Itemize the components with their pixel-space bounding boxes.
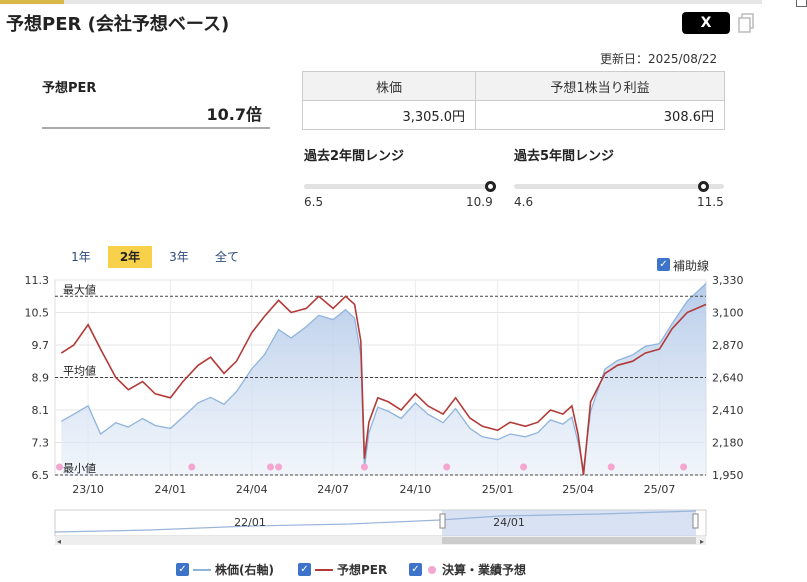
earnings-marker — [443, 463, 451, 471]
range-2y-knob — [485, 181, 497, 192]
left-axis-tick: 7.3 — [32, 437, 50, 450]
top-progress-accent — [0, 0, 64, 4]
right-axis-tick: 3,330 — [712, 274, 744, 287]
legend-earnings-label: 決算・業績予想 — [442, 563, 527, 577]
earnings-marker — [188, 463, 196, 471]
range-5y-knob — [698, 181, 709, 192]
range-2y-label: 過去2年間レンジ — [304, 149, 405, 164]
tab-2y[interactable]: 2年 — [108, 246, 152, 268]
range-5y-label: 過去5年間レンジ — [514, 149, 615, 164]
earnings-marker — [360, 463, 368, 471]
right-axis-tick: 2,640 — [712, 372, 744, 385]
reference-line-label: 平均値 — [63, 365, 96, 378]
eps-value: 308.6円 — [475, 100, 725, 130]
x-axis-tick: 24/07 — [317, 483, 349, 496]
tab-3y[interactable]: 3年 — [164, 246, 194, 268]
share-x-button[interactable]: X — [682, 12, 730, 34]
scroll-right-icon: ▸ — [700, 537, 704, 546]
per-value: 10.7倍 — [42, 101, 270, 129]
per-label: 予想PER — [42, 81, 97, 96]
legend-per-checkbox[interactable]: ✓ — [298, 563, 311, 576]
eps-header: 予想1株当り利益 — [475, 71, 725, 101]
legend-price-label: 株価(右軸) — [215, 563, 274, 577]
external-link-icon[interactable] — [796, 0, 807, 7]
range-2y-min: 6.5 — [304, 195, 324, 209]
scroll-left-icon: ◂ — [57, 537, 61, 546]
price-header: 株価 — [301, 71, 477, 101]
earnings-marker — [520, 463, 528, 471]
legend-per[interactable]: ✓ 予想PER — [298, 561, 387, 578]
right-axis-tick: 1,950 — [712, 469, 744, 482]
right-axis-tick: 3,100 — [712, 307, 744, 320]
copy-icon[interactable] — [737, 13, 755, 33]
left-axis-tick: 11.3 — [25, 274, 50, 287]
left-axis-tick: 8.1 — [32, 404, 50, 417]
navigator-selection — [442, 510, 696, 536]
navigator-scrollbar-thumb — [442, 537, 696, 544]
navigator-handle-right — [692, 513, 699, 529]
x-axis-tick: 25/07 — [644, 483, 676, 496]
left-axis-tick: 6.5 — [32, 469, 50, 482]
reference-line-label: 最小値 — [63, 462, 96, 475]
page-title: 予想PER (会社予想ベース) — [6, 14, 230, 35]
legend-per-swatch — [315, 568, 333, 571]
range-5y-min: 4.6 — [514, 195, 534, 209]
x-axis-tick: 25/01 — [482, 483, 514, 496]
earnings-marker — [607, 463, 615, 471]
per-chart: 11.3 3,330 10.5 3,100 9.7 2,870 8.9 2,640 8.1 2,4… — [25, 274, 744, 546]
range-5y-max: 11.5 — [697, 195, 724, 209]
x-axis-tick: 25/04 — [562, 483, 594, 496]
earnings-marker — [56, 463, 63, 471]
left-axis-tick: 9.7 — [32, 339, 50, 352]
right-axis-tick: 2,180 — [712, 437, 744, 450]
right-axis-tick: 2,870 — [712, 339, 744, 352]
legend-earnings-swatch — [428, 565, 436, 574]
price-value: 3,305.0円 — [301, 100, 477, 130]
tab-1y[interactable]: 1年 — [66, 246, 96, 268]
x-axis-tick: 24/10 — [400, 483, 432, 496]
updated-date: 更新日：2025/08/22 — [600, 52, 718, 66]
x-axis-tick: 24/04 — [236, 483, 268, 496]
legend-price[interactable]: ✓ 株価(右軸) — [176, 561, 274, 578]
right-axis-tick: 2,410 — [712, 404, 744, 417]
legend-per-label: 予想PER — [337, 563, 388, 577]
navigator-label: 24/01 — [493, 516, 525, 529]
legend-price-swatch — [193, 568, 211, 571]
range-2y-track — [304, 184, 494, 189]
legend-price-checkbox[interactable]: ✓ — [176, 563, 189, 576]
top-progress-bar — [0, 0, 762, 4]
x-axis-tick: 24/01 — [155, 483, 187, 496]
left-axis-tick: 10.5 — [25, 307, 50, 320]
earnings-marker — [275, 463, 283, 471]
left-axis-tick: 8.9 — [32, 372, 50, 385]
legend-earnings-checkbox[interactable]: ✓ — [409, 563, 422, 576]
legend-earnings[interactable]: ✓ 決算・業績予想 — [409, 561, 526, 578]
range-5y-track — [514, 184, 724, 189]
range-2y-max: 10.9 — [466, 195, 493, 209]
earnings-marker — [267, 463, 274, 471]
reference-line-label: 最大値 — [63, 282, 96, 296]
x-axis-tick: 23/10 — [72, 483, 104, 496]
price-eps-table: 株価 予想1株当り利益 3,305.0円 308.6円 — [301, 71, 725, 130]
tab-all[interactable]: 全て — [208, 246, 246, 268]
navigator-handle-left — [439, 513, 446, 529]
earnings-marker — [680, 463, 688, 471]
navigator-label: 22/01 — [234, 516, 266, 529]
